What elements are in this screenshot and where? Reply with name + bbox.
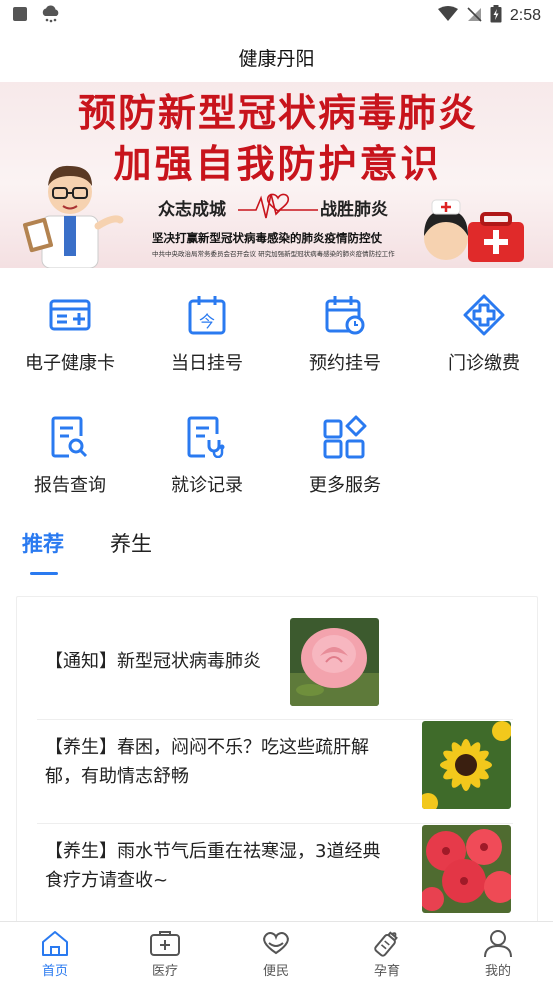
- article-title: 【养生】春困，闷闷不乐？吃这些疏肝解 郁，有助情志舒畅: [45, 733, 415, 791]
- menu-health-card[interactable]: 电子健康卡: [1, 283, 139, 393]
- article-title-line: 食疗方请查收~: [45, 870, 169, 891]
- notification-square-icon: [12, 6, 28, 26]
- heartbeat-ecg-icon: [238, 188, 318, 228]
- article-list: 【通知】新型冠状病毒肺炎 【养生】春困，闷闷不乐？吃这些疏肝解 郁，有助情志舒畅: [16, 596, 538, 926]
- list-item[interactable]: 【通知】新型冠状病毒肺炎: [37, 617, 513, 707]
- banner-slogan-right: 战胜肺炎: [320, 200, 388, 220]
- more-services-icon: [323, 415, 367, 459]
- baby-bottle-icon: [371, 928, 403, 958]
- menu-report-query[interactable]: 报告查询: [1, 405, 139, 515]
- tab-health-preservation[interactable]: 养生: [110, 528, 152, 558]
- report-search-icon: [48, 415, 92, 459]
- doctor-illustration: [20, 156, 130, 268]
- banner-slogan-left: 众志成城: [158, 200, 226, 220]
- menu-label: 更多服务: [309, 475, 381, 496]
- promo-banner[interactable]: 预防新型冠状病毒肺炎 加强自我防护意识 众志成城 战胜肺炎 坚决打赢新型冠状病毒…: [0, 82, 553, 268]
- weather-cloud-icon: [40, 5, 62, 27]
- nav-label: 孕育: [373, 964, 400, 979]
- nav-convenience[interactable]: 便民: [221, 922, 331, 983]
- article-thumbnail: [422, 721, 511, 809]
- banner-headline: 预防新型冠状病毒肺炎: [77, 91, 478, 135]
- nav-profile[interactable]: 我的: [443, 922, 553, 983]
- article-title: 【养生】雨水节气后重在祛寒湿，3道经典 食疗方请查收~: [45, 837, 415, 895]
- active-tab-indicator: [30, 572, 58, 575]
- banner-subheadline: 加强自我防护意识: [113, 142, 442, 186]
- medical-kit-icon: [149, 928, 181, 958]
- nav-label: 首页: [41, 964, 68, 979]
- nav-medical[interactable]: 医疗: [110, 922, 220, 983]
- menu-label: 门诊缴费: [448, 353, 520, 374]
- home-icon: [40, 928, 70, 958]
- menu-label: 报告查询: [34, 475, 106, 496]
- content-tabs: 推荐 养生: [0, 520, 553, 580]
- health-card-icon: [48, 293, 92, 337]
- nav-label: 便民: [262, 964, 289, 979]
- article-thumbnail: [290, 618, 379, 706]
- no-signal-icon: [466, 6, 482, 26]
- visit-record-icon: [185, 415, 229, 459]
- nav-pregnancy[interactable]: 孕育: [332, 922, 442, 983]
- article-title-line: 【养生】春困，闷闷不乐？吃这些疏肝解: [45, 737, 369, 758]
- nurse-medkit-illustration: [416, 192, 526, 268]
- banner-caption: 坚决打赢新型冠状病毒感染的肺炎疫情防控仗: [152, 231, 382, 245]
- article-title: 【通知】新型冠状病毒肺炎: [45, 651, 261, 672]
- today-calendar-icon: 今: [185, 293, 229, 337]
- menu-label: 就诊记录: [171, 475, 243, 496]
- wifi-icon: [437, 6, 458, 26]
- svg-text:今: 今: [199, 312, 215, 331]
- clock-time: 2:58: [509, 7, 541, 24]
- menu-more-services[interactable]: 更多服务: [276, 405, 414, 515]
- article-thumbnail: [422, 825, 511, 913]
- menu-label: 电子健康卡: [25, 353, 115, 374]
- medical-cross-icon: [462, 293, 506, 337]
- app-header: 健康丹阳: [0, 32, 553, 82]
- nav-home[interactable]: 首页: [0, 922, 110, 983]
- divider: [37, 719, 513, 720]
- menu-visit-records[interactable]: 就诊记录: [138, 405, 276, 515]
- page-title: 健康丹阳: [238, 47, 315, 70]
- battery-charging-icon: [490, 5, 502, 27]
- heart-hand-icon: [260, 928, 292, 958]
- banner-fineprint: 中共中央政治局常务委员会召开会议 研究加强新型冠状病毒感染的肺炎疫情防控工作: [152, 250, 395, 258]
- list-item[interactable]: 【养生】春困，闷闷不乐？吃这些疏肝解 郁，有助情志舒畅: [37, 721, 513, 811]
- nav-label: 我的: [484, 964, 511, 979]
- menu-label: 当日挂号: [171, 353, 243, 374]
- status-bar: 2:58: [0, 0, 553, 32]
- menu-today-registration[interactable]: 今 当日挂号: [138, 283, 276, 393]
- list-item[interactable]: 【养生】雨水节气后重在祛寒湿，3道经典 食疗方请查收~: [37, 825, 513, 915]
- article-title-line: 郁，有助情志舒畅: [45, 766, 189, 787]
- user-icon: [483, 928, 513, 958]
- menu-outpatient-payment[interactable]: 门诊缴费: [415, 283, 553, 393]
- appointment-calendar-icon: [323, 293, 367, 337]
- menu-label: 预约挂号: [309, 353, 381, 374]
- tab-recommended[interactable]: 推荐: [22, 528, 64, 558]
- nav-label: 医疗: [151, 964, 178, 979]
- article-title-line: 【养生】雨水节气后重在祛寒湿，3道经典: [45, 841, 381, 862]
- menu-appointment[interactable]: 预约挂号: [276, 283, 414, 393]
- bottom-navigation: 首页 医疗 便民 孕育 我的: [0, 921, 553, 983]
- divider: [37, 823, 513, 824]
